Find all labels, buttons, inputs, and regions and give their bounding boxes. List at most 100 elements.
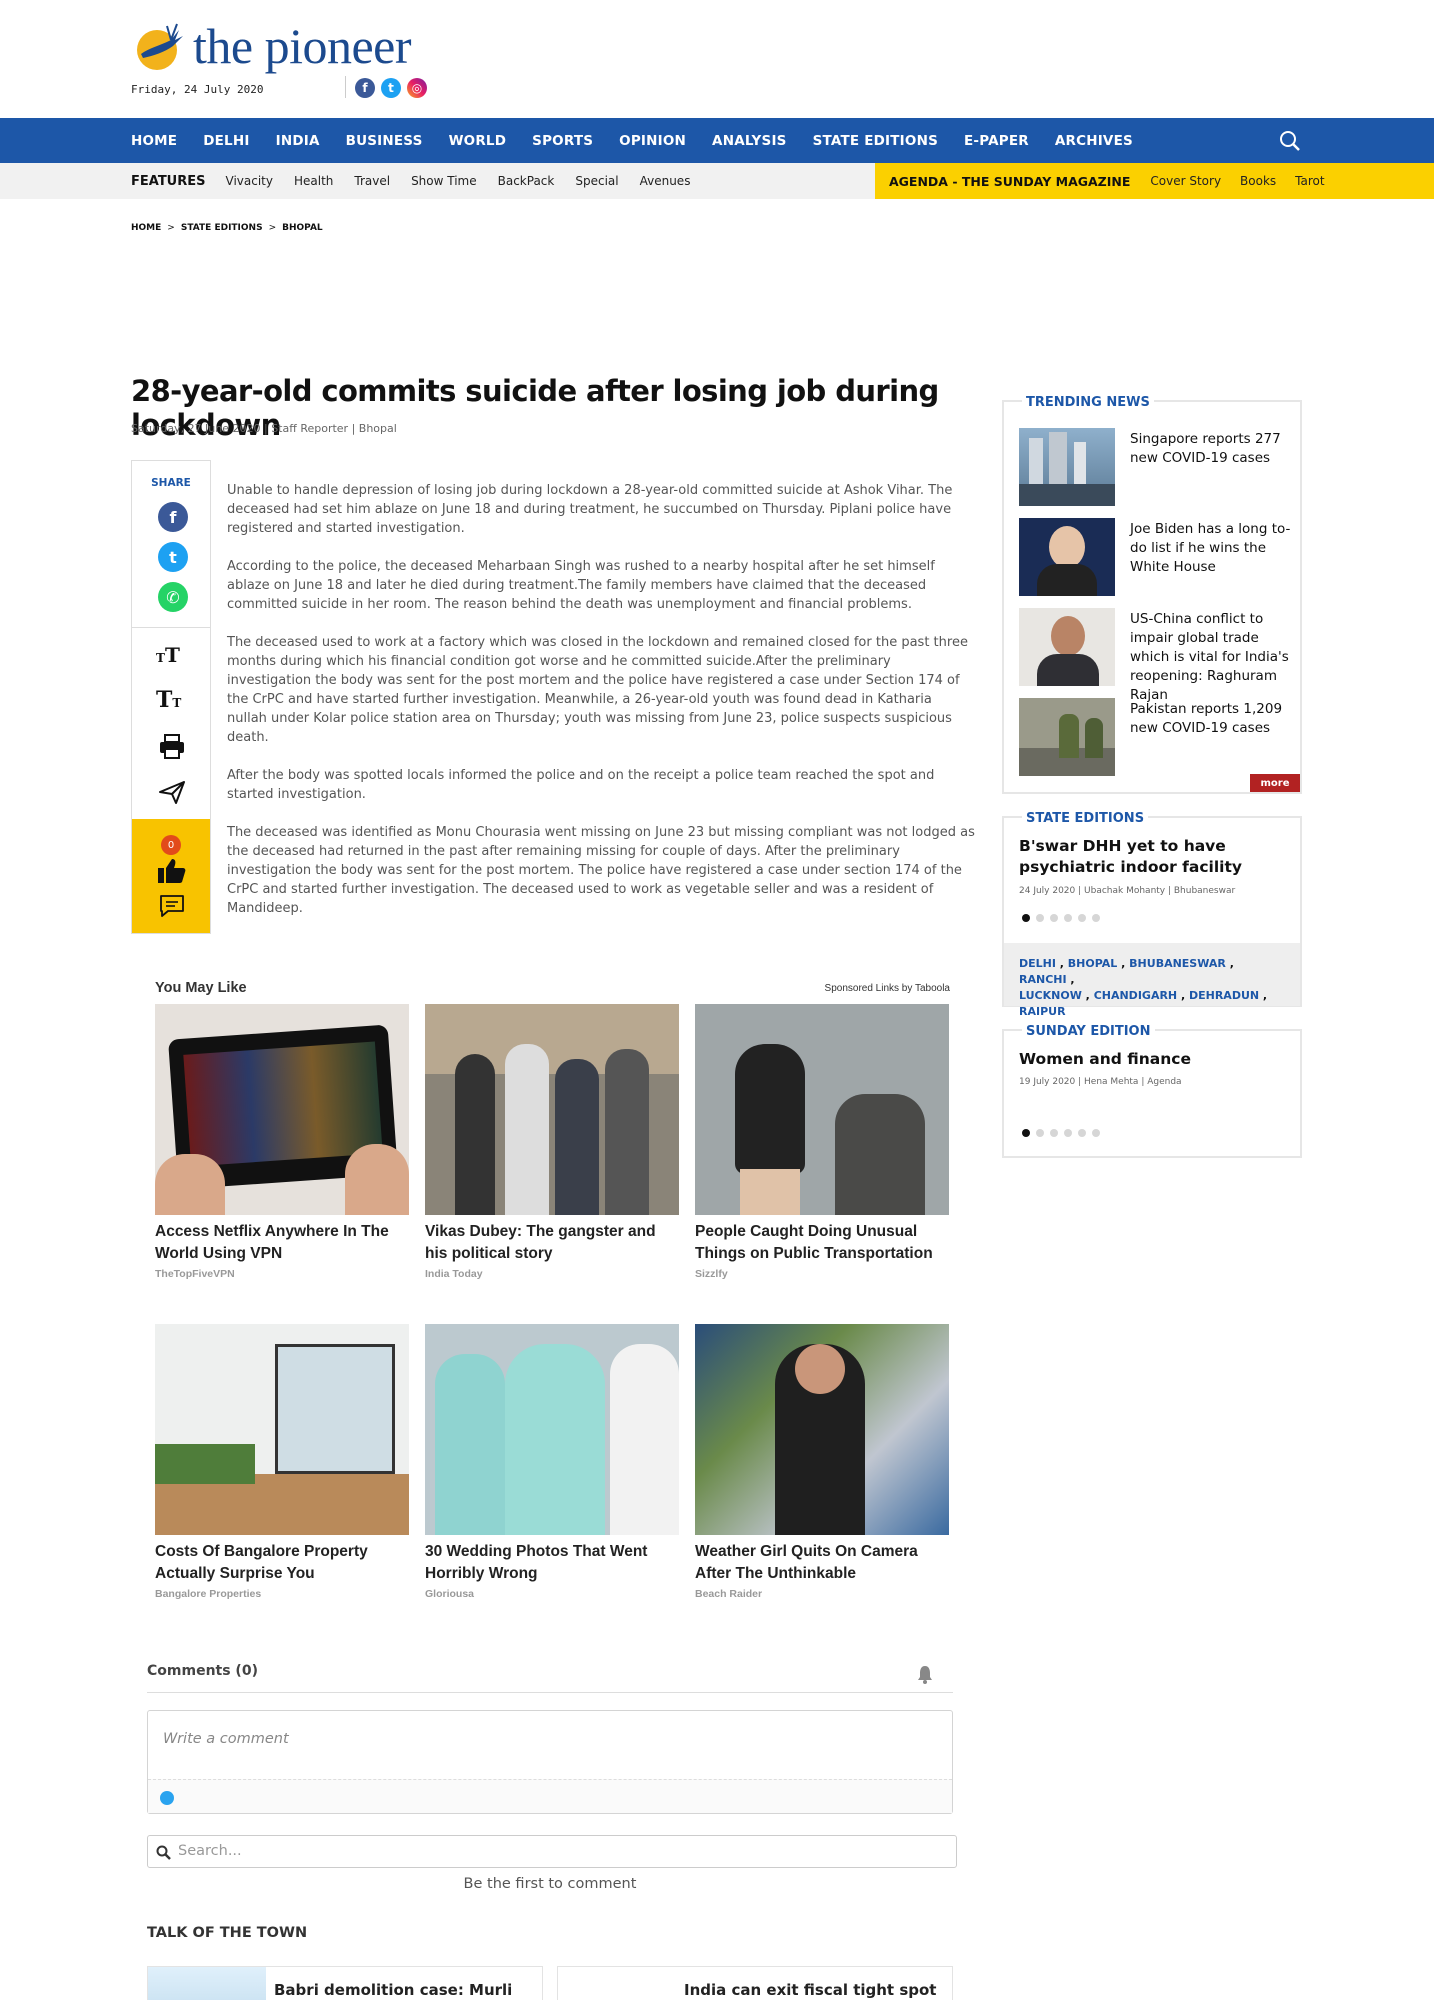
agenda-bar: AGENDA - THE SUNDAY MAGAZINE Cover Story… <box>875 163 1434 199</box>
city-link-delhi[interactable]: DELHI <box>1019 957 1056 970</box>
card-title: India can exit fiscal tight spot <box>684 1981 937 1999</box>
subnav-item-special[interactable]: Special <box>575 174 618 188</box>
carousel-dot[interactable] <box>1050 914 1058 922</box>
share-whatsapp-icon[interactable]: ✆ <box>158 582 188 612</box>
city-link-lucknow[interactable]: LUCKNOW <box>1019 989 1082 1002</box>
state-editions-headline[interactable]: B'swar DHH yet to have psychiatric indoo… <box>1019 836 1289 878</box>
carousel-dot[interactable] <box>1050 1129 1058 1137</box>
article-paragraph: Unable to handle depression of losing jo… <box>227 483 953 536</box>
breadcrumb-state-editions[interactable]: STATE EDITIONS <box>181 223 263 233</box>
instagram-icon[interactable]: ◎ <box>407 78 427 98</box>
thumbs-up-icon[interactable] <box>156 857 186 885</box>
print-icon[interactable] <box>156 732 188 762</box>
card-title: 30 Wedding Photos That Went Horribly Wro… <box>425 1543 648 1582</box>
subnav-item-vivacity[interactable]: Vivacity <box>226 174 273 188</box>
card-title: Weather Girl Quits On Camera After The U… <box>695 1543 918 1582</box>
trending-title: Pakistan reports 1,209 new COVID-19 case… <box>1130 701 1283 736</box>
agenda-label[interactable]: AGENDA - THE SUNDAY MAGAZINE <box>889 174 1130 189</box>
share-facebook-icon[interactable]: f <box>158 502 188 532</box>
sunday-edition-box: SUNDAY EDITION Women and finance 19 July… <box>1002 1024 1302 1158</box>
city-link-raipur[interactable]: RAIPUR <box>1019 1005 1066 1018</box>
comment-input[interactable]: Write a comment <box>147 1710 953 1814</box>
card-source: TheTopFiveVPN <box>155 1268 235 1280</box>
increase-font-icon[interactable]: TT <box>156 643 188 673</box>
nav-item-analysis[interactable]: ANALYSIS <box>712 133 787 149</box>
sponsored-card[interactable]: Weather Girl Quits On Camera After The U… <box>695 1324 949 1600</box>
nav-item-india[interactable]: INDIA <box>276 133 320 149</box>
nav-item-world[interactable]: WORLD <box>449 133 507 149</box>
trending-item[interactable]: US-China conflict to impair global trade… <box>1019 608 1289 703</box>
breadcrumb: HOME > STATE EDITIONS > BHOPAL <box>131 223 323 233</box>
search-icon[interactable] <box>1279 130 1301 152</box>
sponsored-card[interactable]: Access Netflix Anywhere In The World Usi… <box>155 1004 409 1280</box>
nav-item-opinion[interactable]: OPINION <box>619 133 686 149</box>
subnav-item-avenues[interactable]: Avenues <box>640 174 691 188</box>
send-icon[interactable] <box>156 777 188 807</box>
trending-item[interactable]: Pakistan reports 1,209 new COVID-19 case… <box>1019 698 1289 776</box>
carousel-dot[interactable] <box>1078 914 1086 922</box>
comment-icon[interactable] <box>158 893 186 919</box>
features-label[interactable]: FEATURES <box>131 174 206 189</box>
carousel-dot[interactable] <box>1078 1129 1086 1137</box>
separator: , <box>1225 957 1234 970</box>
article-paragraph: According to the police, the deceased Me… <box>227 559 935 612</box>
carousel-dot[interactable] <box>1092 1129 1100 1137</box>
bell-icon[interactable] <box>916 1664 934 1684</box>
carousel-dot[interactable] <box>1036 914 1044 922</box>
trending-item[interactable]: Singapore reports 277 new COVID-19 cases <box>1019 428 1289 506</box>
comments-search-input[interactable]: Search... <box>147 1835 957 1868</box>
subnav-item-travel[interactable]: Travel <box>354 174 390 188</box>
share-twitter-icon[interactable]: t <box>158 542 188 572</box>
nav-item-archives[interactable]: ARCHIVES <box>1055 133 1133 149</box>
facebook-icon[interactable]: f <box>355 78 375 98</box>
breadcrumb-home[interactable]: HOME <box>131 223 161 233</box>
twitter-icon[interactable]: t <box>381 78 401 98</box>
agenda-item-tarot[interactable]: Tarot <box>1295 174 1324 188</box>
sponsored-label[interactable]: Sponsored Links by Taboola <box>825 983 950 994</box>
subnav-item-backpack[interactable]: BackPack <box>498 174 555 188</box>
carousel-dot[interactable] <box>1022 1129 1030 1137</box>
carousel-dot[interactable] <box>1036 1129 1044 1137</box>
sponsored-card[interactable]: Vikas Dubey: The gangster and his politi… <box>425 1004 679 1280</box>
divider <box>345 76 346 98</box>
city-link-bhubaneswar[interactable]: BHUBANESWAR <box>1129 957 1226 970</box>
agenda-item-books[interactable]: Books <box>1240 174 1276 188</box>
carousel-dot[interactable] <box>1064 1129 1072 1137</box>
site-logo[interactable]: the pioneer <box>131 18 412 74</box>
card-title: Babri demolition case: Murli <box>274 1981 513 1999</box>
city-link-chandigarh[interactable]: CHANDIGARH <box>1094 989 1177 1002</box>
separator: , <box>1055 957 1068 970</box>
city-links: DELHI , BHOPAL , BHUBANESWAR , RANCHI , … <box>1004 943 1300 1018</box>
nav-item-epaper[interactable]: E-PAPER <box>964 133 1029 149</box>
carousel-dot[interactable] <box>1064 914 1072 922</box>
carousel-dot[interactable] <box>1022 914 1030 922</box>
nav-item-home[interactable]: HOME <box>131 133 177 149</box>
trending-item[interactable]: Joe Biden has a long to-do list if he wi… <box>1019 518 1290 596</box>
decrease-font-icon[interactable]: TT <box>156 687 188 717</box>
agenda-item-cover-story[interactable]: Cover Story <box>1150 174 1221 188</box>
card-title: People Caught Doing Unusual Things on Pu… <box>695 1223 933 1262</box>
nav-item-sports[interactable]: SPORTS <box>532 133 593 149</box>
carousel-dot[interactable] <box>1092 914 1100 922</box>
card-source: Bangalore Properties <box>155 1588 262 1600</box>
sponsored-card[interactable]: 30 Wedding Photos That Went Horribly Wro… <box>425 1324 679 1600</box>
city-link-dehradun[interactable]: DEHRADUN <box>1189 989 1259 1002</box>
sponsored-card[interactable]: People Caught Doing Unusual Things on Pu… <box>695 1004 949 1280</box>
subnav-item-health[interactable]: Health <box>294 174 333 188</box>
breadcrumb-bhopal[interactable]: BHOPAL <box>282 223 323 233</box>
trending-title: US-China conflict to impair global trade… <box>1130 611 1289 703</box>
sunday-edition-headline[interactable]: Women and finance <box>1019 1049 1289 1070</box>
nav-item-delhi[interactable]: DELHI <box>203 133 249 149</box>
talk-card[interactable]: Babri demolition case: Murli <box>147 1966 543 2000</box>
city-link-bhopal[interactable]: BHOPAL <box>1068 957 1118 970</box>
nav-item-business[interactable]: BUSINESS <box>346 133 423 149</box>
more-button[interactable]: more <box>1250 774 1300 792</box>
subnav-item-show-time[interactable]: Show Time <box>411 174 477 188</box>
talk-card[interactable]: India can exit fiscal tight spot <box>557 1966 953 2000</box>
comment-placeholder: Write a comment <box>163 1731 289 1747</box>
carousel-dots <box>1022 1129 1100 1137</box>
sponsored-card[interactable]: Costs Of Bangalore Property Actually Sur… <box>155 1324 409 1600</box>
nav-item-state-editions[interactable]: STATE EDITIONS <box>813 133 938 149</box>
trending-thumbnail <box>1019 518 1115 596</box>
city-link-ranchi[interactable]: RANCHI <box>1019 973 1067 986</box>
